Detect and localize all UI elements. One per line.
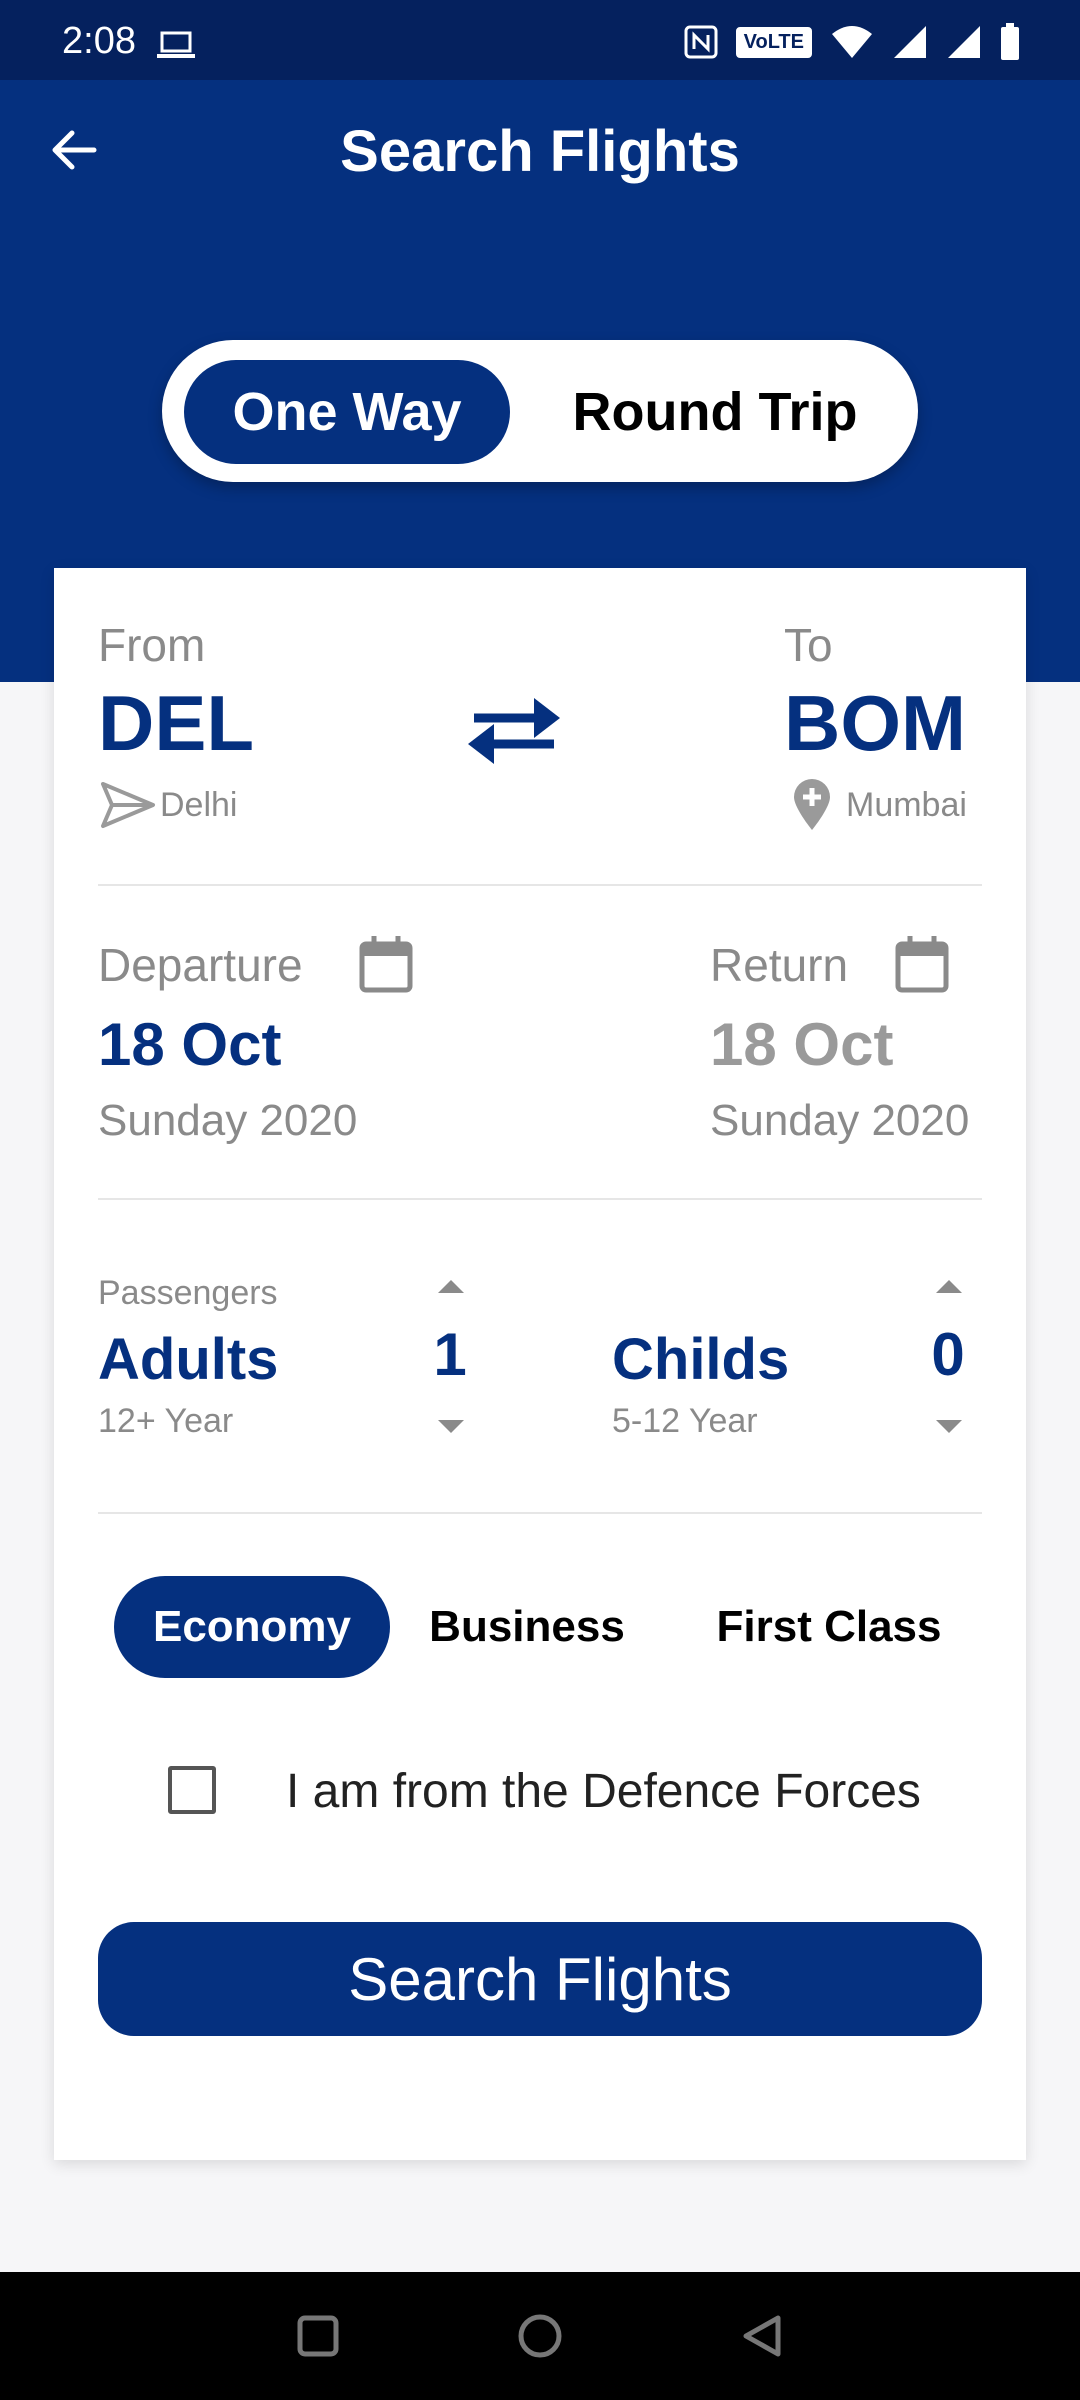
signal-icon	[894, 26, 926, 58]
status-time: 2:08	[62, 20, 136, 62]
departure-date[interactable]: 18 Oct	[98, 1010, 281, 1079]
round-trip-tab[interactable]: Round Trip	[532, 360, 898, 464]
departure-calendar-icon[interactable]	[358, 934, 414, 994]
wifi-icon	[832, 26, 872, 58]
to-city: Mumbai	[846, 786, 967, 824]
page-title: Search Flights	[340, 119, 740, 184]
battery-icon	[1001, 23, 1019, 60]
location-pin-icon	[794, 779, 830, 830]
volte-badge: VoLTE	[735, 26, 812, 58]
class-first-class[interactable]: First Class	[684, 1576, 974, 1678]
class-business[interactable]: Business	[414, 1576, 640, 1678]
childs-count: 0	[931, 1321, 965, 1388]
back-nav-icon[interactable]	[738, 2312, 786, 2360]
passengers-label: Passengers	[98, 1274, 278, 1312]
childs-age: 5-12 Year	[612, 1402, 758, 1440]
childs-decrement-icon[interactable]	[936, 1420, 962, 1433]
search-flights-button[interactable]: Search Flights	[98, 1922, 982, 2036]
defence-checkbox[interactable]	[168, 1766, 216, 1814]
class-economy[interactable]: Economy	[114, 1576, 390, 1678]
to-code[interactable]: BOM	[784, 678, 966, 769]
return-day: Sunday 2020	[710, 1096, 970, 1145]
departure-day: Sunday 2020	[98, 1096, 358, 1145]
divider	[98, 884, 982, 886]
return-label: Return	[710, 939, 849, 991]
signal-icon-2	[948, 26, 980, 58]
status-bar: 2:08 VoLTE	[0, 0, 1080, 80]
childs-label: Childs	[612, 1327, 790, 1392]
recents-icon[interactable]	[296, 2314, 340, 2358]
divider	[98, 1512, 982, 1514]
return-date[interactable]: 18 Oct	[710, 1010, 893, 1079]
swap-icon[interactable]	[464, 688, 564, 772]
from-label: From	[98, 619, 206, 671]
system-nav-bar	[0, 2272, 1080, 2400]
plane-send-icon	[101, 782, 155, 828]
trip-type-toggle: One Way Round Trip	[162, 340, 918, 482]
departure-label: Departure	[98, 939, 303, 991]
adults-increment-icon[interactable]	[438, 1280, 464, 1293]
from-code[interactable]: DEL	[98, 678, 254, 769]
return-calendar-icon[interactable]	[894, 934, 950, 994]
adults-label: Adults	[98, 1327, 279, 1392]
search-card: From DEL Delhi To BOM Mumbai Departure 1…	[54, 568, 1026, 2160]
status-icons: VoLTE	[684, 22, 1020, 62]
adults-age: 12+ Year	[98, 1402, 234, 1440]
to-label: To	[784, 619, 833, 671]
adults-count: 1	[433, 1321, 467, 1388]
childs-increment-icon[interactable]	[936, 1280, 962, 1293]
adults-decrement-icon[interactable]	[438, 1420, 464, 1433]
laptop-icon	[157, 31, 195, 58]
divider	[98, 1198, 982, 1200]
one-way-tab[interactable]: One Way	[184, 360, 510, 464]
home-icon[interactable]	[516, 2312, 564, 2360]
defence-label: I am from the Defence Forces	[286, 1765, 921, 1818]
nfc-icon	[684, 25, 718, 59]
from-city: Delhi	[160, 786, 238, 824]
